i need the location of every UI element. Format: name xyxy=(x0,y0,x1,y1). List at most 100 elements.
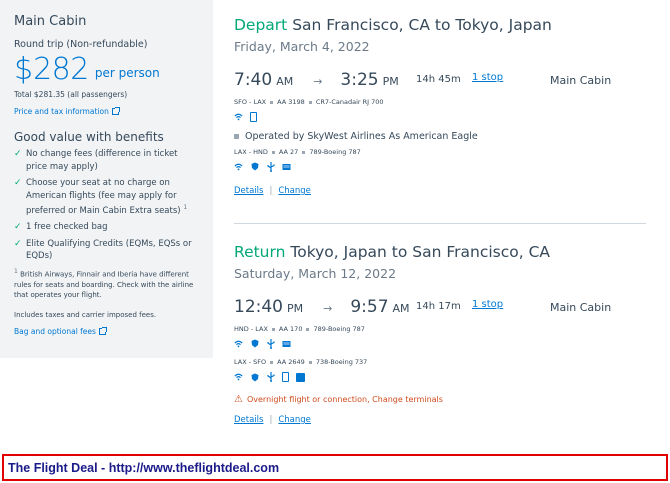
benefit-item: ✓ No change fees (difference in ticket p… xyxy=(14,148,201,173)
check-icon: ✓ xyxy=(14,149,22,159)
leg-date: Saturday, March 12, 2022 xyxy=(234,266,397,281)
separator-dot xyxy=(234,134,239,139)
change-link[interactable]: Change xyxy=(278,415,311,425)
leg-times: 7:40 AM → 3:25 PM 14h 45m 1 stop Main Ca… xyxy=(234,70,654,92)
separator-dot xyxy=(306,327,310,331)
leg-date: Friday, March 4, 2022 xyxy=(234,39,370,54)
benefit-footnote: 1 British Airways, Finnair and Iberia ha… xyxy=(14,267,194,300)
price: $ 282 per person xyxy=(14,52,201,87)
details-link[interactable]: Details xyxy=(234,415,263,425)
check-icon: ✓ xyxy=(14,222,22,233)
separator-dot xyxy=(270,360,274,364)
segment-flight: AA 3198 xyxy=(277,98,305,106)
entertainment-icon xyxy=(282,162,291,171)
leg-links: Details | Change xyxy=(234,415,311,425)
device-icon xyxy=(250,112,257,122)
leg-divider xyxy=(234,223,646,224)
usb-icon xyxy=(266,338,275,349)
amenities xyxy=(234,161,654,172)
segment-route: LAX - HND xyxy=(234,148,268,156)
price-per-person: per person xyxy=(94,66,160,80)
trip-type: Round trip (Non-refundable) xyxy=(14,39,148,50)
fare-summary-panel: Main Cabin Round trip (Non-refundable) $… xyxy=(0,0,213,358)
segment-aircraft: CR7-Canadair RJ 700 xyxy=(315,98,384,106)
benefit-item: ✓ Choose your seat at no charge on Ameri… xyxy=(14,177,201,217)
segment-route: LAX - SFO xyxy=(234,358,267,366)
segment-flight: AA 170 xyxy=(278,325,303,333)
arrow-right-icon: → xyxy=(323,302,333,315)
price-currency: $ xyxy=(14,52,34,87)
amenities xyxy=(234,112,654,122)
banner-text: The Flight Deal - http://www.theflightde… xyxy=(8,460,280,475)
segment-route: HND - LAX xyxy=(234,325,268,333)
segment-info: LAX - SFO AA 2649 738-Boeing 737 xyxy=(234,358,654,366)
footnote-marker: 1 xyxy=(183,204,188,211)
amenities xyxy=(234,338,654,349)
total-price: Total $281.35 (all passengers) xyxy=(14,90,128,99)
price-tax-link-label: Price and tax information xyxy=(14,107,109,116)
segment-aircraft: 738-Boeing 737 xyxy=(315,358,368,366)
benefit-item: ✓ 1 free checked bag xyxy=(14,221,201,234)
includes-taxes: Includes taxes and carrier imposed fees. xyxy=(14,310,157,319)
leg-heading: Return Tokyo, Japan to San Francisco, CA xyxy=(234,243,654,261)
arrival-ampm: AM xyxy=(392,302,410,315)
departure-time: 12:40 xyxy=(234,297,283,317)
usb-icon xyxy=(266,161,275,172)
arrival-ampm: PM xyxy=(382,75,399,88)
return-leg: Return Tokyo, Japan to San Francisco, CA… xyxy=(234,243,654,425)
itinerary-panel: Depart San Francisco, CA to Tokyo, Japan… xyxy=(213,0,670,450)
leg-cabin: Main Cabin xyxy=(550,74,612,87)
leg-kind: Return xyxy=(234,243,286,261)
separator-dot xyxy=(271,327,275,331)
check-icon: ✓ xyxy=(14,238,22,249)
change-link[interactable]: Change xyxy=(278,186,311,196)
bag-fees-link-label: Bag and optional fees xyxy=(14,326,96,336)
leg-times: 12:40 PM → 9:57 AM 14h 17m 1 stop Main C… xyxy=(234,297,654,319)
wifi-icon xyxy=(234,339,243,348)
flight-deal-banner: The Flight Deal - http://www.theflightde… xyxy=(2,454,668,481)
details-link[interactable]: Details xyxy=(234,186,263,196)
arrow-right-icon: → xyxy=(313,75,323,88)
segment-aircraft: 789-Boeing 787 xyxy=(313,325,365,333)
power-outlet-icon xyxy=(296,372,305,382)
separator-dot xyxy=(308,100,312,104)
separator-dot xyxy=(270,100,274,104)
departure-ampm: PM xyxy=(287,302,304,315)
bag-fees-link[interactable]: Bag and optional fees xyxy=(14,326,107,336)
separator-dot xyxy=(308,360,312,364)
wifi-icon xyxy=(234,373,243,382)
cabin-title: Main Cabin xyxy=(14,14,87,29)
separator-dot xyxy=(302,150,306,154)
separator-dot xyxy=(271,150,275,154)
shield-icon xyxy=(250,162,259,171)
benefit-text: 1 free checked bag xyxy=(26,222,108,233)
leg-route: Tokyo, Japan to San Francisco, CA xyxy=(290,243,551,261)
segment-info: SFO - LAX AA 3198 CR7-Canadair RJ 700 xyxy=(234,98,654,106)
shield-icon xyxy=(250,339,259,348)
leg-links: Details | Change xyxy=(234,186,311,196)
price-value: 282 xyxy=(33,52,89,87)
shield-icon xyxy=(250,373,259,382)
check-icon: ✓ xyxy=(14,178,22,188)
price-tax-link[interactable]: Price and tax information xyxy=(14,107,120,116)
usb-icon xyxy=(266,372,275,382)
amenities xyxy=(234,372,654,382)
segment-route: SFO - LAX xyxy=(234,98,267,106)
stops-link[interactable]: 1 stop xyxy=(472,72,503,83)
wifi-icon xyxy=(234,113,243,122)
segment-info: HND - LAX AA 170 789-Boeing 787 xyxy=(234,325,654,333)
benefit-item: ✓ Elite Qualifying Credits (EQMs, EQSs o… xyxy=(14,238,201,263)
leg-kind: Depart xyxy=(234,16,288,34)
benefit-text: Choose your seat at no charge on America… xyxy=(26,178,188,216)
warning: ⚠ Overnight flight or connection, Change… xyxy=(234,394,654,405)
benefit-text: No change fees (difference in ticket pri… xyxy=(26,149,178,172)
leg-route: San Francisco, CA to Tokyo, Japan xyxy=(292,16,552,34)
arrival-time: 3:25 xyxy=(340,70,379,90)
duration: 14h 17m xyxy=(416,301,461,312)
stops-link[interactable]: 1 stop xyxy=(472,299,503,310)
operated-by-text: Operated by SkyWest Airlines As American… xyxy=(245,131,478,142)
operated-by: Operated by SkyWest Airlines As American… xyxy=(234,131,654,142)
segment-flight: AA 2649 xyxy=(277,358,305,366)
warning-text: Overnight flight or connection, Change t… xyxy=(246,395,443,404)
departure-time: 7:40 xyxy=(234,70,273,90)
